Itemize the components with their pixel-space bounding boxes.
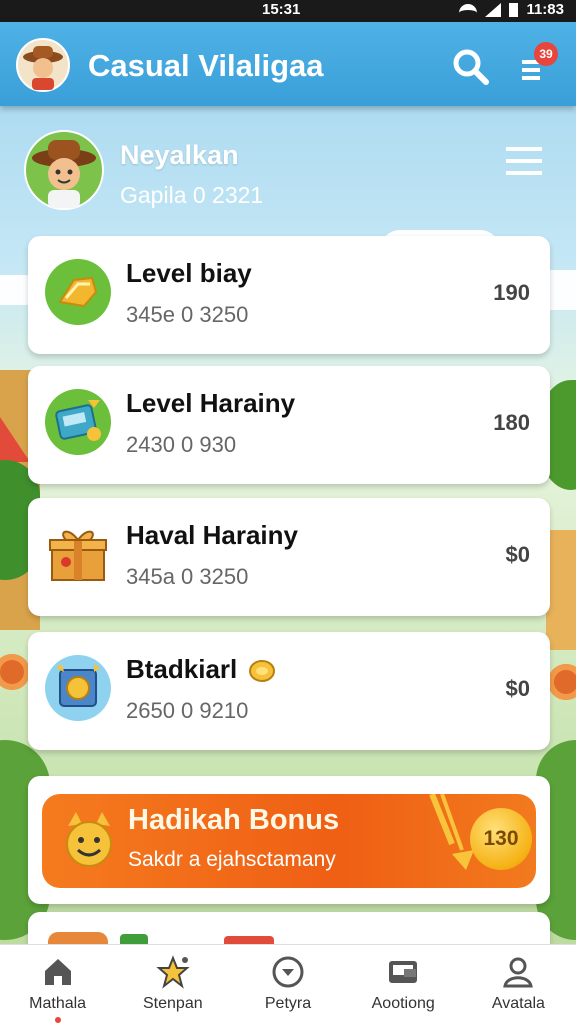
- card-title: Haval Harainy: [126, 520, 298, 550]
- card-subtitle: 345e 0 3250: [126, 302, 249, 327]
- card-subtitle: 2430 0 930: [126, 432, 237, 457]
- nav-label: Mathala: [29, 995, 87, 1012]
- coin-frame-icon: [45, 655, 111, 721]
- notifications-menu-button[interactable]: 39: [518, 42, 558, 86]
- nav-item-profile[interactable]: Avatala: [461, 945, 576, 1024]
- download-circle-icon: [272, 956, 304, 988]
- status-battery-text: 11:83: [526, 1, 564, 18]
- star-icon: [156, 955, 190, 989]
- signal-icon: [485, 2, 502, 17]
- bonus-coin: 130: [470, 808, 532, 870]
- status-time: 15:31: [262, 1, 301, 18]
- hut-right: [546, 530, 576, 650]
- home-icon: [44, 959, 71, 985]
- card-value: $0: [505, 676, 530, 701]
- status-bar: 15:31 11:83: [0, 0, 576, 22]
- active-indicator: [54, 1017, 61, 1023]
- golden-trophy-icon: [45, 259, 111, 325]
- card-title: Level Harainy: [126, 388, 296, 418]
- cash-register-icon: [45, 389, 111, 455]
- level-card[interactable]: Level biay 345e 0 3250 190: [28, 236, 550, 354]
- card-value: 180: [493, 410, 530, 435]
- card-title: Level biay: [126, 258, 252, 288]
- app-bar: Casual Vilaligaa 39: [0, 22, 576, 106]
- card-value: 190: [493, 280, 530, 305]
- wallet-icon: [389, 961, 418, 983]
- flower: [0, 654, 30, 690]
- battery-icon: [509, 2, 519, 17]
- card-subtitle: 2650 0 9210: [126, 698, 249, 723]
- profile-avatar[interactable]: [24, 130, 104, 210]
- hamburger-menu-icon[interactable]: [504, 144, 544, 178]
- nav-label: Aootiong: [371, 995, 435, 1012]
- profile-name: Neyalkan: [120, 140, 239, 170]
- level-card[interactable]: Level Harainy 2430 0 930 180: [28, 366, 550, 484]
- bonus-title: Hadikah Bonus: [128, 804, 340, 836]
- hut-roof-left: [0, 372, 30, 462]
- wifi-icon: [459, 3, 478, 16]
- nav-label: Avatala: [491, 995, 545, 1012]
- bonus-subtitle: Sakdr a ejahsctamany: [128, 848, 336, 871]
- search-icon[interactable]: [450, 46, 490, 86]
- bonus-banner[interactable]: Hadikah Bonus Sakdr a ejahsctamany 130: [42, 794, 536, 888]
- nav-label: Petyra: [264, 995, 312, 1012]
- nav-item-home[interactable]: Mathala: [0, 945, 115, 1024]
- devil-mascot-icon: [66, 812, 112, 867]
- app-avatar-icon[interactable]: [16, 38, 70, 92]
- flower: [548, 664, 576, 700]
- nav-item-download[interactable]: Petyra: [230, 945, 345, 1024]
- coin-icon: [248, 660, 275, 683]
- nav-item-star[interactable]: Stenpan: [115, 945, 230, 1024]
- card-subtitle: 345a 0 3250: [126, 564, 249, 589]
- card-value: $0: [505, 542, 530, 567]
- card-title-text: Btadkiarl: [126, 654, 238, 684]
- level-card[interactable]: Haval Harainy 345a 0 3250 $0: [28, 498, 550, 616]
- bonus-card: Hadikah Bonus Sakdr a ejahsctamany 130: [28, 776, 550, 904]
- bottom-navigation: Mathala Stenpan Petyra Aootiong Avatala: [0, 944, 576, 1024]
- gift-box-icon: [49, 530, 107, 581]
- card-title: Btadkiarl: [126, 654, 275, 685]
- user-icon: [503, 957, 534, 988]
- level-card[interactable]: Btadkiarl 2650 0 9210 $0: [28, 632, 550, 750]
- app-title: Casual Vilaligaa: [88, 48, 324, 83]
- profile-subtitle: Gapila 0 2321: [120, 182, 264, 208]
- notification-badge: 39: [534, 42, 558, 66]
- nav-item-wallet[interactable]: Aootiong: [346, 945, 461, 1024]
- nav-label: Stenpan: [143, 995, 203, 1012]
